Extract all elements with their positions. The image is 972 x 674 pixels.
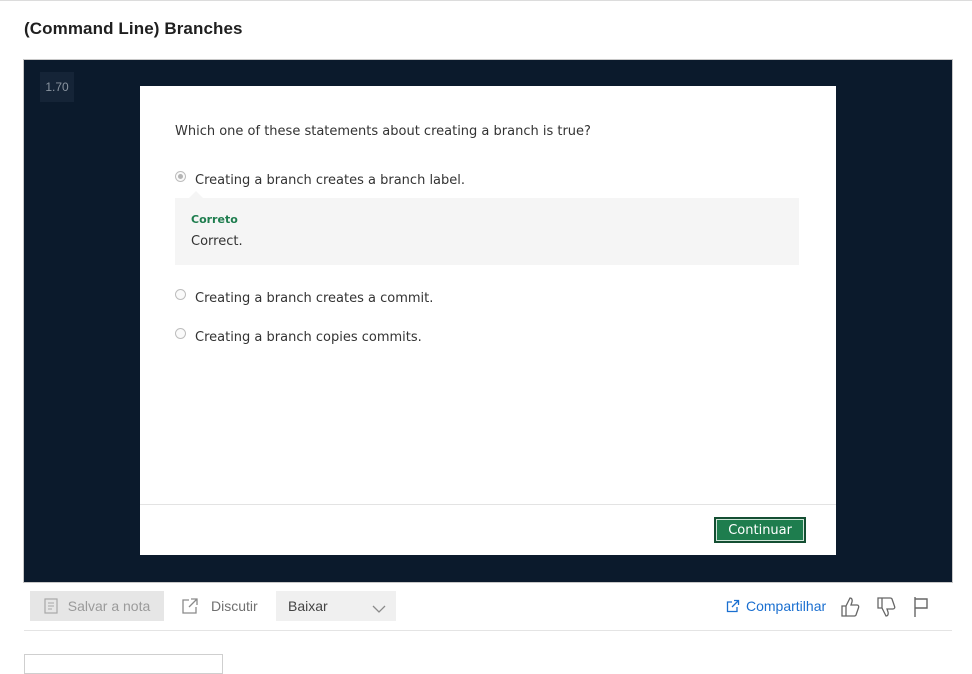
chevron-down-icon: [372, 601, 386, 617]
quiz-option-2[interactable]: Creating a branch creates a commit.: [175, 289, 434, 306]
radio-button[interactable]: [175, 289, 186, 300]
quiz-question: Which one of these statements about crea…: [175, 124, 591, 139]
quiz-option-label: Creating a branch creates a commit.: [195, 291, 434, 306]
bottom-input-box[interactable]: [24, 654, 223, 674]
note-icon: [44, 598, 58, 614]
share-label: Compartilhar: [746, 598, 827, 614]
lecture-toolbar: Salvar a nota Discutir Baixar Compartilh…: [0, 588, 972, 628]
feedback-title: Correto: [191, 213, 238, 226]
radio-button-selected[interactable]: [175, 171, 186, 182]
share-icon: [726, 599, 740, 613]
save-note-button[interactable]: Salvar a nota: [30, 591, 164, 621]
thumbs-down-icon[interactable]: [876, 596, 896, 622]
toolbar-divider: [24, 630, 952, 631]
discuss-button[interactable]: Discutir: [181, 594, 258, 618]
thumbs-up-icon[interactable]: [840, 596, 860, 622]
quiz-option-label: Creating a branch copies commits.: [195, 330, 422, 345]
continue-button[interactable]: Continuar: [714, 517, 806, 543]
video-player: 1.70 Which one of these statements about…: [23, 59, 953, 583]
discuss-label: Discutir: [211, 598, 258, 614]
flag-icon[interactable]: [912, 596, 930, 622]
download-dropdown[interactable]: Baixar: [276, 591, 396, 621]
quiz-option-3[interactable]: Creating a branch copies commits.: [175, 328, 422, 345]
share-link[interactable]: Compartilhar: [726, 598, 826, 614]
feedback-text: Correct.: [191, 234, 243, 249]
quiz-footer: Continuar: [140, 504, 836, 556]
quiz-option-1[interactable]: Creating a branch creates a branch label…: [175, 171, 466, 188]
quiz-card: Which one of these statements about crea…: [140, 86, 836, 555]
download-label: Baixar: [288, 598, 328, 614]
page-title: (Command Line) Branches: [24, 19, 243, 38]
playback-speed[interactable]: 1.70: [40, 72, 74, 102]
top-divider: [0, 0, 972, 1]
quiz-option-label: Creating a branch creates a branch label…: [195, 173, 466, 188]
radio-button[interactable]: [175, 328, 186, 339]
external-link-icon: [181, 597, 199, 615]
feedback-box: Correto Correct.: [175, 191, 799, 265]
save-note-label: Salvar a nota: [67, 598, 151, 614]
